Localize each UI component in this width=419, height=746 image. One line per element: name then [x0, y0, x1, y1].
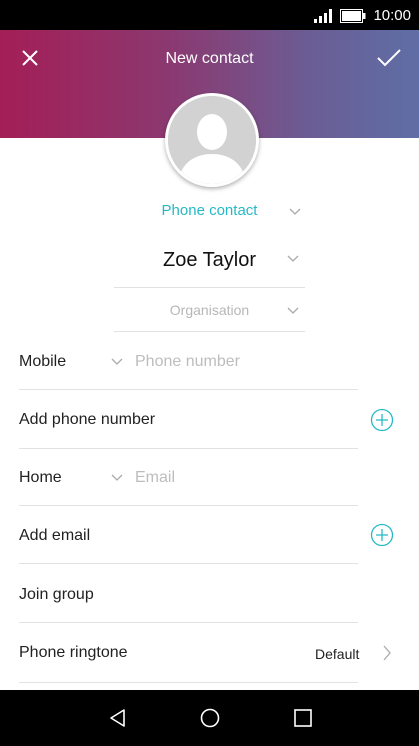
divider [19, 505, 358, 506]
divider [19, 563, 358, 564]
account-selector[interactable]: Phone contact [112, 202, 307, 219]
phone-type-selector[interactable]: Mobile [19, 353, 66, 371]
add-circle-icon[interactable] [370, 523, 394, 547]
phone-ringtone-setting[interactable]: Phone ringtone [19, 644, 128, 662]
phone-number-input[interactable]: Phone number [135, 353, 240, 371]
add-circle-icon[interactable] [370, 408, 394, 432]
divider [19, 448, 358, 449]
signal-icon [314, 9, 332, 23]
battery-icon [340, 9, 366, 23]
name-field[interactable]: Zoe Taylor [112, 249, 307, 272]
chevron-down-icon[interactable] [287, 255, 299, 263]
divider [19, 622, 358, 623]
navigation-bar [0, 690, 419, 746]
add-phone-number-button[interactable]: Add phone number [19, 411, 155, 429]
chevron-down-icon[interactable] [111, 358, 123, 366]
chevron-down-icon[interactable] [287, 307, 299, 315]
page-title: New contact [165, 50, 254, 67]
add-email-button[interactable]: Add email [19, 527, 90, 545]
chevron-down-icon[interactable] [111, 474, 123, 482]
status-time: 10:00 [373, 7, 411, 24]
back-icon[interactable] [108, 708, 128, 728]
chevron-down-icon[interactable] [289, 208, 301, 216]
organisation-field[interactable]: Organisation [112, 302, 307, 318]
status-bar: 10:00 [0, 0, 419, 30]
save-check-icon[interactable] [376, 47, 402, 69]
email-type-selector[interactable]: Home [19, 469, 62, 487]
avatar[interactable] [165, 93, 259, 187]
divider [19, 389, 358, 390]
home-icon[interactable] [200, 708, 220, 728]
divider [114, 287, 305, 288]
join-group-button[interactable]: Join group [19, 586, 94, 604]
ringtone-value: Default [315, 646, 360, 662]
email-input[interactable]: Email [135, 469, 175, 487]
person-silhouette-icon [168, 96, 256, 184]
divider [19, 682, 358, 683]
recent-apps-icon[interactable] [293, 708, 313, 728]
divider [114, 331, 305, 332]
chevron-right-icon[interactable] [382, 645, 392, 661]
